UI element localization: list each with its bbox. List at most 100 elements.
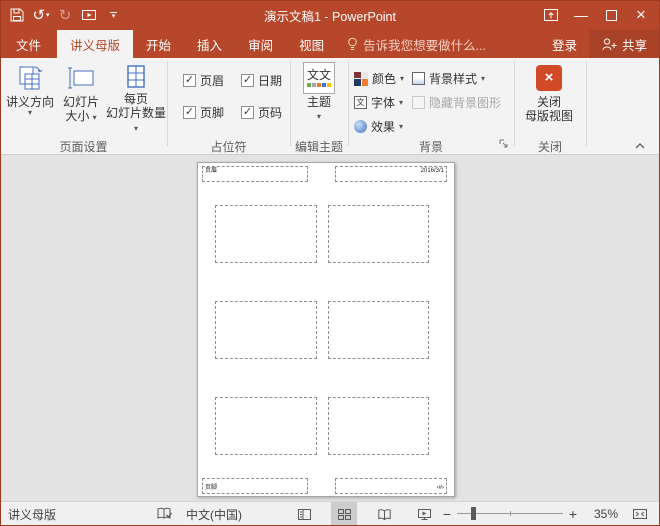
slide-size-button[interactable]: 幻灯片 大小 ▾	[58, 62, 104, 134]
checkbox-check-icon: ✓	[241, 74, 254, 87]
tell-me-box[interactable]: 告诉我您想要做什么...	[347, 30, 486, 58]
background-styles-button[interactable]: 背景样式 ▾	[412, 68, 485, 89]
background-styles-label: 背景样式	[429, 70, 477, 87]
handout-orientation-button[interactable]: 讲义方向 ▾	[4, 62, 56, 134]
fit-to-window-button[interactable]	[632, 502, 648, 526]
effects-button[interactable]: 效果 ▾	[354, 116, 403, 137]
checkbox-empty-icon	[412, 96, 425, 109]
date-placeholder[interactable]: 2016/3/1	[335, 166, 447, 182]
tab-view[interactable]: 视图	[286, 30, 337, 58]
header-checkbox[interactable]: ✓ 页眉	[183, 72, 224, 89]
date-placeholder-text: 2016/3/1	[421, 168, 444, 174]
header-placeholder-text: 页眉	[205, 168, 217, 174]
handout-orientation-label: 讲义方向	[6, 95, 54, 109]
date-checkbox[interactable]: ✓ 日期	[241, 72, 282, 89]
date-checkbox-label: 日期	[258, 72, 282, 89]
background-dialog-launcher[interactable]	[498, 137, 510, 155]
group-label-page-setup: 页面设置	[0, 138, 167, 155]
share-button[interactable]: 共享	[589, 30, 660, 58]
hide-background-graphics-checkbox[interactable]: 隐藏背景图形	[412, 94, 501, 111]
zoom-slider-thumb[interactable]	[471, 507, 476, 520]
zoom-out-icon: −	[443, 506, 451, 522]
ribbon-display-options-button[interactable]	[536, 0, 566, 30]
group-separator	[290, 61, 291, 146]
tab-file[interactable]: 文件	[0, 30, 57, 58]
footer-checkbox[interactable]: ✓ 页脚	[183, 104, 224, 121]
footer-checkbox-label: 页脚	[200, 104, 224, 121]
fonts-button[interactable]: 文 字体 ▾	[354, 92, 403, 113]
fit-to-window-icon	[632, 507, 648, 521]
slide-size-label-line2: 大小 ▾	[65, 109, 96, 123]
zoom-out-button[interactable]: −	[440, 502, 454, 526]
slide-canvas: 页眉 2016/3/1 页脚 ‹#›	[0, 155, 660, 501]
background-styles-icon	[412, 72, 425, 85]
slide-placeholder-4[interactable]	[328, 301, 429, 359]
tab-insert[interactable]: 插入	[184, 30, 235, 58]
themes-icon: 文文	[303, 62, 335, 94]
zoom-level-button[interactable]: 35%	[584, 502, 618, 526]
language-button[interactable]: 中文(中国)	[186, 502, 242, 526]
lightbulb-icon	[347, 37, 358, 52]
zoom-slider[interactable]	[457, 513, 563, 514]
normal-view-button[interactable]	[291, 502, 317, 526]
effects-icon	[354, 120, 367, 133]
slides-per-page-icon	[123, 62, 149, 91]
ribbon-tab-row: 文件 讲义母版 开始 插入 审阅 视图 告诉我您想要做什么... 登录 共享	[0, 30, 660, 58]
slideshow-view-button[interactable]	[411, 502, 437, 526]
handout-orientation-icon	[16, 62, 44, 94]
share-label: 共享	[622, 35, 647, 54]
page-number-checkbox[interactable]: ✓ 页码	[241, 104, 282, 121]
footer-placeholder[interactable]: 页脚	[202, 478, 308, 494]
collapse-ribbon-button[interactable]	[634, 138, 646, 156]
minimize-button[interactable]: —	[566, 0, 596, 30]
close-master-view-label-line1: 关闭	[537, 95, 561, 109]
close-master-view-button[interactable]: × 关闭 母版视图	[520, 62, 578, 134]
tab-home[interactable]: 开始	[133, 30, 184, 58]
maximize-button[interactable]	[596, 0, 626, 30]
slides-per-page-label-line1: 每页	[124, 92, 148, 106]
status-bar: 讲义母版 中文(中国) − + 35%	[0, 501, 660, 526]
titlebar: ↺▾ ↻ ▾ 演示文稿1 - PowerPoint — ×	[0, 0, 660, 30]
slide-sorter-view-button[interactable]	[331, 502, 357, 526]
reading-view-button[interactable]	[371, 502, 397, 526]
reading-view-icon	[377, 508, 392, 521]
dialog-launcher-icon	[498, 138, 510, 150]
maximize-icon	[606, 10, 617, 21]
page-number-placeholder-text: ‹#›	[437, 485, 444, 492]
slides-per-page-label-line2: 幻灯片数量 ▾	[104, 106, 168, 134]
slide-placeholder-3[interactable]	[215, 301, 317, 359]
effects-label: 效果	[371, 118, 395, 135]
themes-button[interactable]: 文文 主题 ▾	[295, 62, 343, 134]
slide-placeholder-2[interactable]	[328, 205, 429, 263]
slide-size-icon	[66, 62, 96, 94]
dropdown-arrow-icon: ▾	[93, 113, 97, 122]
chevron-up-icon	[634, 141, 646, 151]
slide-placeholder-1[interactable]	[215, 205, 317, 263]
tab-review[interactable]: 审阅	[235, 30, 286, 58]
dropdown-arrow-icon: ▾	[399, 123, 403, 131]
colors-button[interactable]: 颜色 ▾	[354, 68, 404, 89]
dropdown-arrow-icon: ▾	[400, 75, 404, 83]
zoom-in-button[interactable]: +	[566, 502, 580, 526]
minimize-icon: —	[574, 7, 588, 23]
spellcheck-button[interactable]	[157, 502, 173, 526]
header-checkbox-label: 页眉	[200, 72, 224, 89]
sign-in-button[interactable]: 登录	[540, 30, 589, 58]
tab-handout-master[interactable]: 讲义母版	[57, 30, 133, 58]
close-master-view-icon: ×	[536, 62, 562, 94]
colors-icon	[354, 72, 368, 86]
header-placeholder[interactable]: 页眉	[202, 166, 308, 182]
close-button[interactable]: ×	[626, 0, 656, 30]
slides-per-page-button[interactable]: 每页 幻灯片数量 ▾	[104, 62, 168, 134]
slide-size-label-line1: 幻灯片	[63, 95, 99, 109]
slideshow-view-icon	[417, 508, 432, 521]
dropdown-arrow-icon: ▾	[134, 124, 138, 133]
colors-label: 颜色	[372, 70, 396, 87]
slide-placeholder-5[interactable]	[215, 397, 317, 455]
slide-placeholder-6[interactable]	[328, 397, 429, 455]
slide-sorter-icon	[337, 508, 352, 521]
zoom-in-icon: +	[569, 506, 577, 522]
powerpoint-window: ↺▾ ↻ ▾ 演示文稿1 - PowerPoint — × 文件 讲义母版 开始…	[0, 0, 660, 526]
page-number-placeholder[interactable]: ‹#›	[335, 478, 447, 494]
ribbon-display-options-icon	[544, 9, 558, 21]
